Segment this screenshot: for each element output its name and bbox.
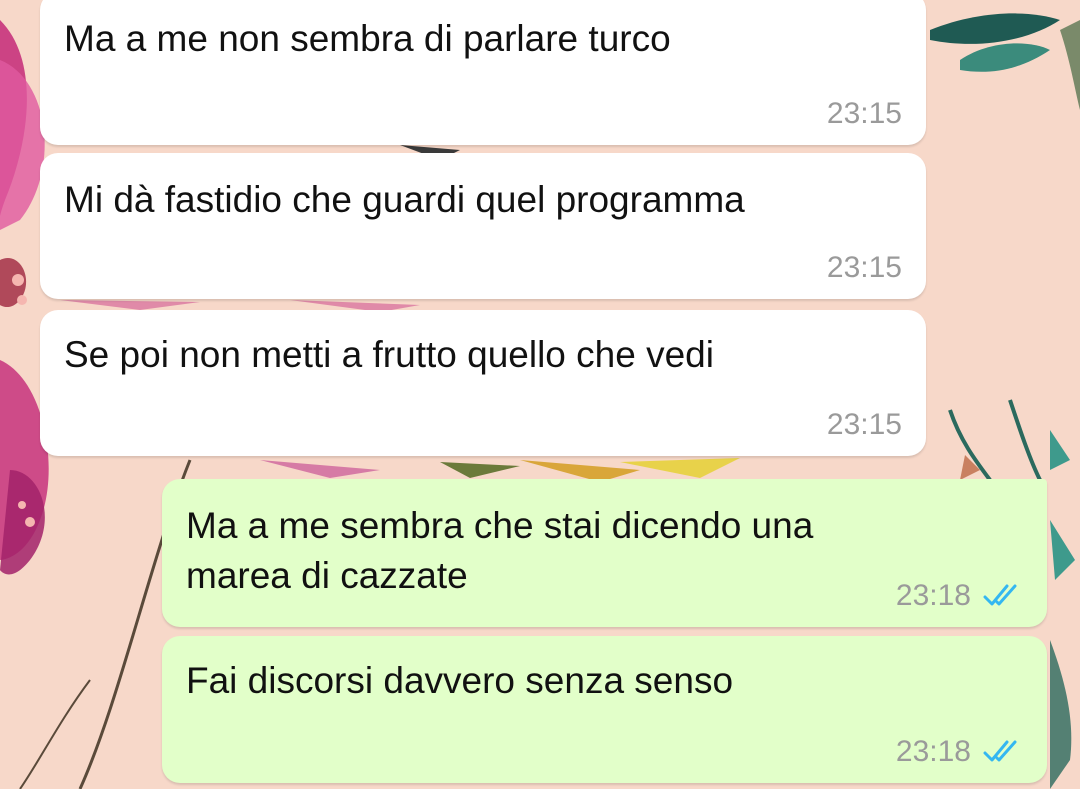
message-text: Se poi non metti a frutto quello che ved… [64,334,714,375]
message-meta: 23:18 [896,735,1023,769]
message-meta: 23:15 [827,251,902,285]
message-timestamp: 23:18 [895,579,971,612]
message-bubble-incoming[interactable]: Mi dà fastidio che guardi quel programma… [40,153,926,299]
message-bubble-outgoing[interactable]: Fai discorsi davvero senza senso 23:18 [162,636,1047,783]
message-timestamp: 23:15 [826,97,902,130]
message-text: Fai discorsi davvero senza senso [186,660,734,701]
message-text: Ma a me non sembra di parlare turco [64,18,671,59]
message-meta: 23:18 [896,579,1023,613]
double-check-icon [983,740,1017,762]
message-meta: 23:15 [827,97,902,131]
message-bubble-incoming[interactable]: Se poi non metti a frutto quello che ved… [40,310,926,456]
message-timestamp: 23:18 [895,735,971,768]
message-text: Mi dà fastidio che guardi quel programma [64,179,745,220]
double-check-icon [983,584,1017,606]
message-timestamp: 23:15 [826,251,902,284]
message-meta: 23:15 [827,408,902,442]
message-timestamp: 23:15 [826,408,902,441]
message-bubble-outgoing[interactable]: Ma a me sembra che stai dicendo una mare… [162,479,1047,627]
message-bubble-incoming[interactable]: Ma a me non sembra di parlare turco 23:1… [40,0,926,145]
message-text: Ma a me sembra che stai dicendo una mare… [186,505,814,596]
